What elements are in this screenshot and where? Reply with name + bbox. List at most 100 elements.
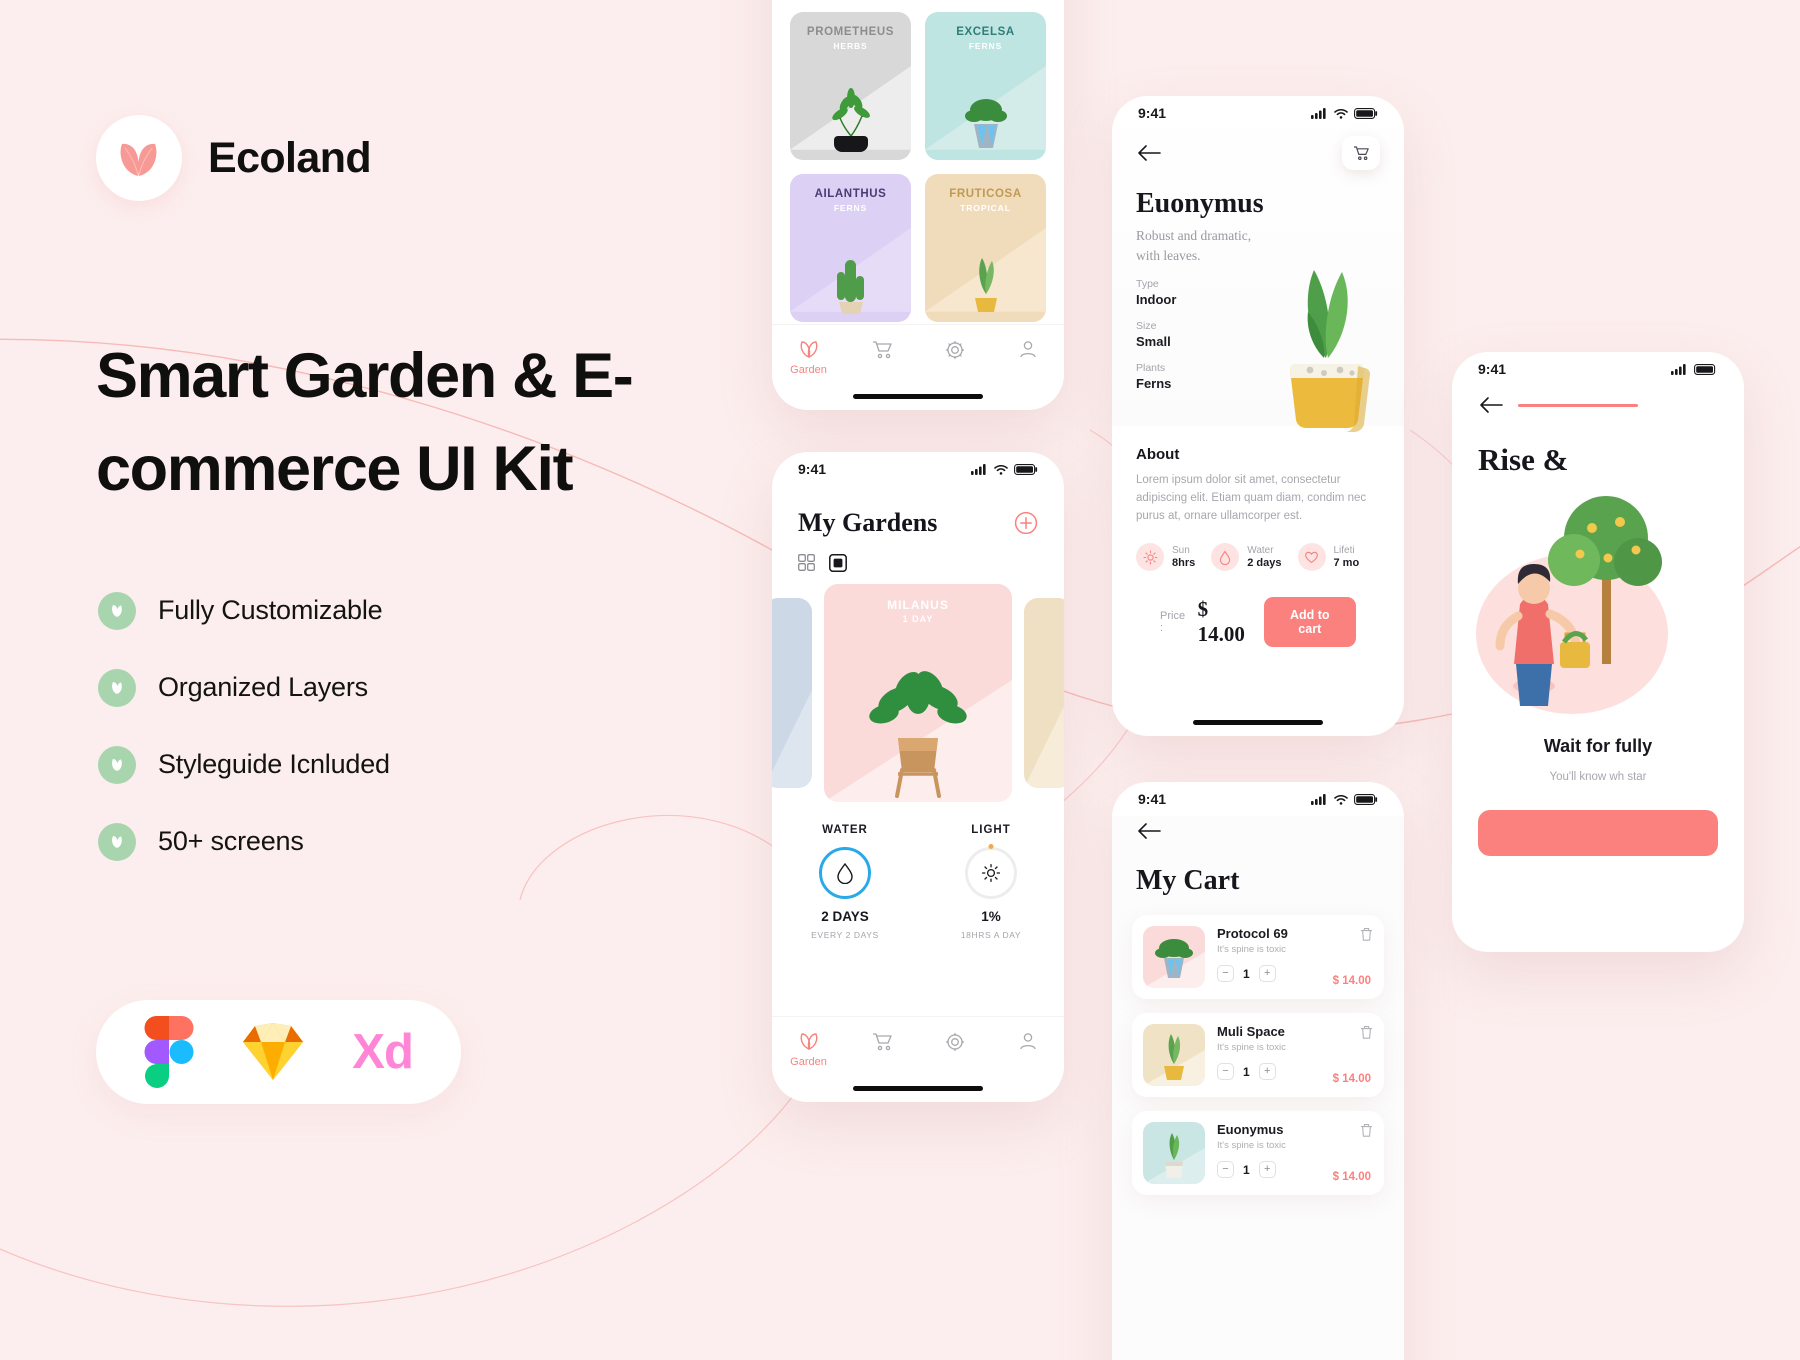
trash-icon[interactable]	[1360, 1123, 1373, 1138]
increment-button[interactable]: +	[1258, 965, 1276, 982]
tab-label: Garden	[790, 364, 827, 376]
battery-icon	[1354, 107, 1378, 119]
carousel-slide-active[interactable]: MILANUS 1 DAY	[824, 584, 1012, 802]
gardener-illustration	[1476, 496, 1668, 714]
status-icons	[1311, 793, 1378, 805]
price-label: Price :	[1160, 610, 1186, 635]
arrow-left-icon[interactable]	[1478, 396, 1504, 414]
item-price: $ 14.00	[1332, 1171, 1371, 1183]
plant-illustration	[831, 88, 870, 152]
carousel-slide-prev[interactable]	[772, 598, 812, 788]
page-title: My Gardens	[798, 508, 938, 537]
sidebar-item-profile[interactable]	[997, 1031, 1059, 1051]
catalog-screen: PROMETHEUS HERBS EXCELSA FERNS AILANTHUS…	[772, 0, 1064, 410]
leaf-logo-icon	[120, 143, 157, 176]
catalog-card[interactable]: FRUTICOSA TROPICAL	[925, 174, 1046, 322]
decrement-button[interactable]: −	[1217, 1161, 1234, 1178]
tab-label: Garden	[790, 1056, 827, 1068]
care-key: Water	[1247, 545, 1274, 557]
water-drop-icon	[837, 862, 853, 884]
detail-hero-area: 9:41 Euonymus Robust and dramatic, with …	[1112, 96, 1404, 432]
trash-icon[interactable]	[1360, 927, 1373, 942]
sidebar-item-garden[interactable]: Garden	[778, 1031, 840, 1068]
sketch-icon	[242, 1022, 304, 1082]
carousel-slide-next[interactable]	[1024, 598, 1064, 788]
item-description: It's spine is toxic	[1217, 1140, 1286, 1151]
item-body: Protocol 69 It's spine is toxic − 1 + $ …	[1217, 926, 1373, 988]
sun-icon	[981, 863, 1001, 883]
single-view-icon[interactable]	[829, 554, 847, 572]
onboard-title: Rise &	[1478, 442, 1569, 477]
catalog-card[interactable]: PROMETHEUS HERBS	[790, 12, 911, 160]
item-name: Protocol 69	[1217, 926, 1288, 941]
onboarding-screen: 9:41 Rise & Wait for fully You'll know w…	[1452, 352, 1744, 952]
gear-tab-icon	[945, 340, 964, 360]
heart-icon	[1297, 543, 1326, 572]
plant-detail-screen: 9:41 Euonymus Robust and dramatic, with …	[1112, 96, 1404, 736]
sidebar-item-garden[interactable]: Garden	[778, 339, 840, 376]
progress-indicator	[1518, 403, 1638, 407]
list-item[interactable]: Protocol 69 It's spine is toxic − 1 + $ …	[1132, 915, 1384, 999]
grid-view-icon[interactable]	[798, 554, 815, 571]
arrow-left-icon[interactable]	[1136, 144, 1162, 162]
feature-label: Fully Customizable	[158, 595, 383, 625]
status-bar: 9:41	[1452, 352, 1744, 386]
leaf-check-icon	[98, 668, 136, 707]
quantity-value: 1	[1243, 966, 1250, 981]
sidebar-item-cart[interactable]	[851, 339, 913, 359]
care-value: 7 mo	[1333, 557, 1360, 570]
plus-circle-icon[interactable]	[1014, 511, 1038, 535]
care-key: Sun	[1172, 545, 1190, 557]
status-bar: 9:41	[1112, 96, 1404, 130]
sidebar-item-settings[interactable]	[924, 339, 986, 361]
list-item[interactable]: Euonymus It's spine is toxic − 1 + $ 14.…	[1132, 1111, 1384, 1195]
gardens-header: My Gardens	[772, 486, 1064, 538]
increment-button[interactable]: +	[1258, 1161, 1276, 1178]
stat-water: WATER 2 DAYS EVERY 2 DAYS	[787, 824, 903, 940]
catalog-card[interactable]: AILANTHUS FERNS	[790, 174, 911, 322]
water-dial[interactable]	[819, 847, 871, 899]
stat-note: 18HRS A DAY	[960, 930, 1022, 940]
item-description: It's spine is toxic	[1217, 1042, 1286, 1053]
figma-icon	[144, 1016, 194, 1088]
trash-icon[interactable]	[1360, 1025, 1373, 1040]
status-bar: 9:41	[1112, 782, 1404, 816]
list-item[interactable]: Muli Space It's spine is toxic − 1 + $ 1…	[1132, 1013, 1384, 1097]
list-item: Styleguide Icnluded	[98, 726, 390, 803]
cart-items-list: Protocol 69 It's spine is toxic − 1 + $ …	[1112, 897, 1404, 1195]
item-name: Muli Space	[1217, 1024, 1285, 1039]
leaf-check-icon	[98, 591, 136, 630]
arrow-left-icon[interactable]	[1136, 822, 1162, 840]
primary-cta-button[interactable]	[1478, 810, 1718, 857]
care-stats: Sun 8hrs Water 2 days Lifeti 7 mo	[1136, 543, 1380, 572]
quantity-value: 1	[1243, 1162, 1250, 1177]
marketing-panel: Ecoland Smart Garden & E-commerce UI Kit…	[0, 0, 760, 1360]
care-value: 8hrs	[1172, 557, 1196, 570]
care-stat-sun: Sun 8hrs	[1136, 543, 1196, 572]
light-dial[interactable]	[965, 844, 1017, 899]
sidebar-item-settings[interactable]	[924, 1031, 986, 1053]
cart-button[interactable]	[1342, 136, 1380, 170]
stat-value: 2 DAYS	[821, 909, 869, 924]
wifi-icon	[1334, 794, 1348, 805]
decrement-button[interactable]: −	[1217, 1063, 1234, 1080]
home-indicator	[853, 1086, 983, 1091]
decrement-button[interactable]: −	[1217, 965, 1234, 982]
add-to-cart-button[interactable]: Add to cart	[1263, 597, 1357, 648]
signal-icon	[1671, 363, 1686, 375]
xd-icon: Xd	[352, 1024, 414, 1079]
leaf-check-icon	[98, 745, 136, 784]
care-stat-lifetime: Lifeti 7 mo	[1297, 543, 1360, 572]
increment-button[interactable]: +	[1258, 1063, 1276, 1080]
page-title: Euonymus	[1136, 188, 1264, 219]
onboard-subtitle: Wait for fully	[1543, 736, 1653, 756]
signal-icon	[1311, 107, 1326, 119]
item-price: $ 14.00	[1332, 975, 1371, 987]
cart-tab-icon	[872, 341, 892, 359]
sidebar-item-cart[interactable]	[851, 1031, 913, 1051]
sidebar-item-profile[interactable]	[997, 339, 1059, 359]
stat-value: 1%	[981, 909, 1001, 924]
item-description: It's spine is toxic	[1217, 944, 1286, 955]
plant-illustration	[869, 671, 967, 798]
catalog-card[interactable]: EXCELSA FERNS	[925, 12, 1046, 160]
